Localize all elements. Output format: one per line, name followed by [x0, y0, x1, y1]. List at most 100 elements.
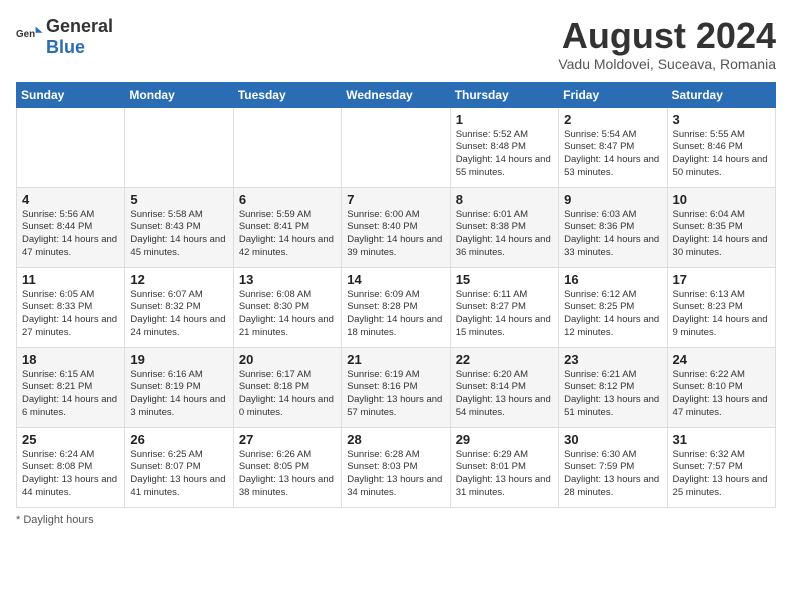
day-number: 25 [22, 432, 119, 447]
calendar-cell: 31 Sunrise: 6:32 AM Sunset: 7:57 PM Dayli… [667, 427, 775, 507]
calendar-cell: 24 Sunrise: 6:22 AM Sunset: 8:10 PM Dayli… [667, 347, 775, 427]
calendar-cell: 5Sunrise: 5:58 AM Sunset: 8:43 PM Daylig… [125, 187, 233, 267]
calendar-cell: 4 Sunrise: 5:56 AM Sunset: 8:44 PM Daylig… [17, 187, 125, 267]
footer-note: * Daylight hours [16, 514, 776, 526]
calendar-cell: 26Sunrise: 6:25 AM Sunset: 8:07 PM Dayli… [125, 427, 233, 507]
calendar-cell: 27Sunrise: 6:26 AM Sunset: 8:05 PM Dayli… [233, 427, 341, 507]
calendar-cell: 25 Sunrise: 6:24 AM Sunset: 8:08 PM Dayli… [17, 427, 125, 507]
calendar-cell [125, 107, 233, 187]
calendar-cell: 29 Sunrise: 6:29 AM Sunset: 8:01 PM Dayli… [450, 427, 558, 507]
day-detail: Sunrise: 6:26 AM Sunset: 8:05 PM Dayligh… [239, 449, 336, 500]
day-detail: Sunrise: 5:55 AM Sunset: 8:46 PM Dayligh… [673, 129, 770, 180]
calendar-cell: 23 Sunrise: 6:21 AM Sunset: 8:12 PM Dayli… [559, 347, 667, 427]
day-detail: Sunrise: 6:08 AM Sunset: 8:30 PM Dayligh… [239, 289, 336, 340]
calendar-cell [342, 107, 450, 187]
calendar-day-header: Monday [125, 82, 233, 107]
day-detail: Sunrise: 6:20 AM Sunset: 8:14 PM Dayligh… [456, 369, 553, 420]
day-number: 3 [673, 112, 770, 127]
calendar-cell: 21 Sunrise: 6:19 AM Sunset: 8:16 PM Dayli… [342, 347, 450, 427]
day-detail: Sunrise: 5:59 AM Sunset: 8:41 PM Dayligh… [239, 209, 336, 260]
day-detail: Sunrise: 6:07 AM Sunset: 8:32 PM Dayligh… [130, 289, 227, 340]
day-number: 6 [239, 192, 336, 207]
logo-text-blue: Blue [46, 37, 85, 57]
calendar-cell: 10Sunrise: 6:04 AM Sunset: 8:35 PM Dayli… [667, 187, 775, 267]
day-number: 2 [564, 112, 661, 127]
day-detail: Sunrise: 5:54 AM Sunset: 8:47 PM Dayligh… [564, 129, 661, 180]
calendar-cell: 6 Sunrise: 5:59 AM Sunset: 8:41 PM Daylig… [233, 187, 341, 267]
title-block: August 2024 Vadu Moldovei, Suceava, Roma… [558, 16, 776, 72]
day-detail: Sunrise: 6:21 AM Sunset: 8:12 PM Dayligh… [564, 369, 661, 420]
calendar-week-row: 11Sunrise: 6:05 AM Sunset: 8:33 PM Dayli… [17, 267, 776, 347]
calendar-cell: 17 Sunrise: 6:13 AM Sunset: 8:23 PM Dayli… [667, 267, 775, 347]
day-detail: Sunrise: 6:25 AM Sunset: 8:07 PM Dayligh… [130, 449, 227, 500]
day-number: 23 [564, 352, 661, 367]
calendar-day-header: Sunday [17, 82, 125, 107]
day-detail: Sunrise: 6:24 AM Sunset: 8:08 PM Dayligh… [22, 449, 119, 500]
day-number: 16 [564, 272, 661, 287]
calendar-cell: 13Sunrise: 6:08 AM Sunset: 8:30 PM Dayli… [233, 267, 341, 347]
calendar-cell: 19 Sunrise: 6:16 AM Sunset: 8:19 PM Dayli… [125, 347, 233, 427]
day-number: 5 [130, 192, 227, 207]
day-number: 19 [130, 352, 227, 367]
calendar-week-row: 1 Sunrise: 5:52 AM Sunset: 8:48 PM Daylig… [17, 107, 776, 187]
calendar-body: 1 Sunrise: 5:52 AM Sunset: 8:48 PM Daylig… [17, 107, 776, 507]
calendar-cell: 11Sunrise: 6:05 AM Sunset: 8:33 PM Dayli… [17, 267, 125, 347]
calendar-week-row: 25 Sunrise: 6:24 AM Sunset: 8:08 PM Dayli… [17, 427, 776, 507]
calendar-cell: 18Sunrise: 6:15 AM Sunset: 8:21 PM Dayli… [17, 347, 125, 427]
day-detail: Sunrise: 6:17 AM Sunset: 8:18 PM Dayligh… [239, 369, 336, 420]
calendar-cell: 7 Sunrise: 6:00 AM Sunset: 8:40 PM Daylig… [342, 187, 450, 267]
day-detail: Sunrise: 6:11 AM Sunset: 8:27 PM Dayligh… [456, 289, 553, 340]
calendar-cell: 16 Sunrise: 6:12 AM Sunset: 8:25 PM Dayli… [559, 267, 667, 347]
calendar-cell: 2 Sunrise: 5:54 AM Sunset: 8:47 PM Daylig… [559, 107, 667, 187]
logo-icon: Gen [16, 23, 44, 51]
day-detail: Sunrise: 6:32 AM Sunset: 7:57 PM Dayligh… [673, 449, 770, 500]
day-detail: Sunrise: 6:16 AM Sunset: 8:19 PM Dayligh… [130, 369, 227, 420]
day-number: 18 [22, 352, 119, 367]
day-detail: Sunrise: 5:56 AM Sunset: 8:44 PM Dayligh… [22, 209, 119, 260]
day-number: 9 [564, 192, 661, 207]
calendar-day-header: Wednesday [342, 82, 450, 107]
daylight-label: Daylight hours [23, 514, 93, 526]
day-number: 10 [673, 192, 770, 207]
day-number: 7 [347, 192, 444, 207]
day-number: 21 [347, 352, 444, 367]
calendar-cell: 12Sunrise: 6:07 AM Sunset: 8:32 PM Dayli… [125, 267, 233, 347]
day-number: 4 [22, 192, 119, 207]
day-number: 14 [347, 272, 444, 287]
day-number: 29 [456, 432, 553, 447]
day-number: 17 [673, 272, 770, 287]
day-number: 30 [564, 432, 661, 447]
calendar-cell [17, 107, 125, 187]
day-detail: Sunrise: 6:12 AM Sunset: 8:25 PM Dayligh… [564, 289, 661, 340]
page-header: Gen General Blue August 2024 Vadu Moldov… [16, 16, 776, 72]
logo: Gen General Blue [16, 16, 113, 58]
calendar-cell: 20 Sunrise: 6:17 AM Sunset: 8:18 PM Dayli… [233, 347, 341, 427]
calendar-cell: 15 Sunrise: 6:11 AM Sunset: 8:27 PM Dayli… [450, 267, 558, 347]
day-detail: Sunrise: 6:28 AM Sunset: 8:03 PM Dayligh… [347, 449, 444, 500]
day-detail: Sunrise: 6:29 AM Sunset: 8:01 PM Dayligh… [456, 449, 553, 500]
calendar-cell: 30 Sunrise: 6:30 AM Sunset: 7:59 PM Dayli… [559, 427, 667, 507]
calendar-cell: 14Sunrise: 6:09 AM Sunset: 8:28 PM Dayli… [342, 267, 450, 347]
day-number: 15 [456, 272, 553, 287]
day-number: 20 [239, 352, 336, 367]
day-detail: Sunrise: 6:00 AM Sunset: 8:40 PM Dayligh… [347, 209, 444, 260]
day-detail: Sunrise: 6:05 AM Sunset: 8:33 PM Dayligh… [22, 289, 119, 340]
calendar-cell: 22Sunrise: 6:20 AM Sunset: 8:14 PM Dayli… [450, 347, 558, 427]
day-detail: Sunrise: 6:13 AM Sunset: 8:23 PM Dayligh… [673, 289, 770, 340]
svg-text:Gen: Gen [16, 29, 35, 40]
calendar-header-row: SundayMondayTuesdayWednesdayThursdayFrid… [17, 82, 776, 107]
month-year: August 2024 [558, 16, 776, 56]
day-detail: Sunrise: 6:22 AM Sunset: 8:10 PM Dayligh… [673, 369, 770, 420]
day-number: 1 [456, 112, 553, 127]
day-number: 31 [673, 432, 770, 447]
day-number: 24 [673, 352, 770, 367]
calendar-day-header: Thursday [450, 82, 558, 107]
calendar-table: SundayMondayTuesdayWednesdayThursdayFrid… [16, 82, 776, 508]
day-detail: Sunrise: 6:19 AM Sunset: 8:16 PM Dayligh… [347, 369, 444, 420]
calendar-day-header: Tuesday [233, 82, 341, 107]
day-number: 8 [456, 192, 553, 207]
day-detail: Sunrise: 5:52 AM Sunset: 8:48 PM Dayligh… [456, 129, 553, 180]
location: Vadu Moldovei, Suceava, Romania [558, 56, 776, 72]
calendar-cell: 9Sunrise: 6:03 AM Sunset: 8:36 PM Daylig… [559, 187, 667, 267]
day-detail: Sunrise: 6:30 AM Sunset: 7:59 PM Dayligh… [564, 449, 661, 500]
